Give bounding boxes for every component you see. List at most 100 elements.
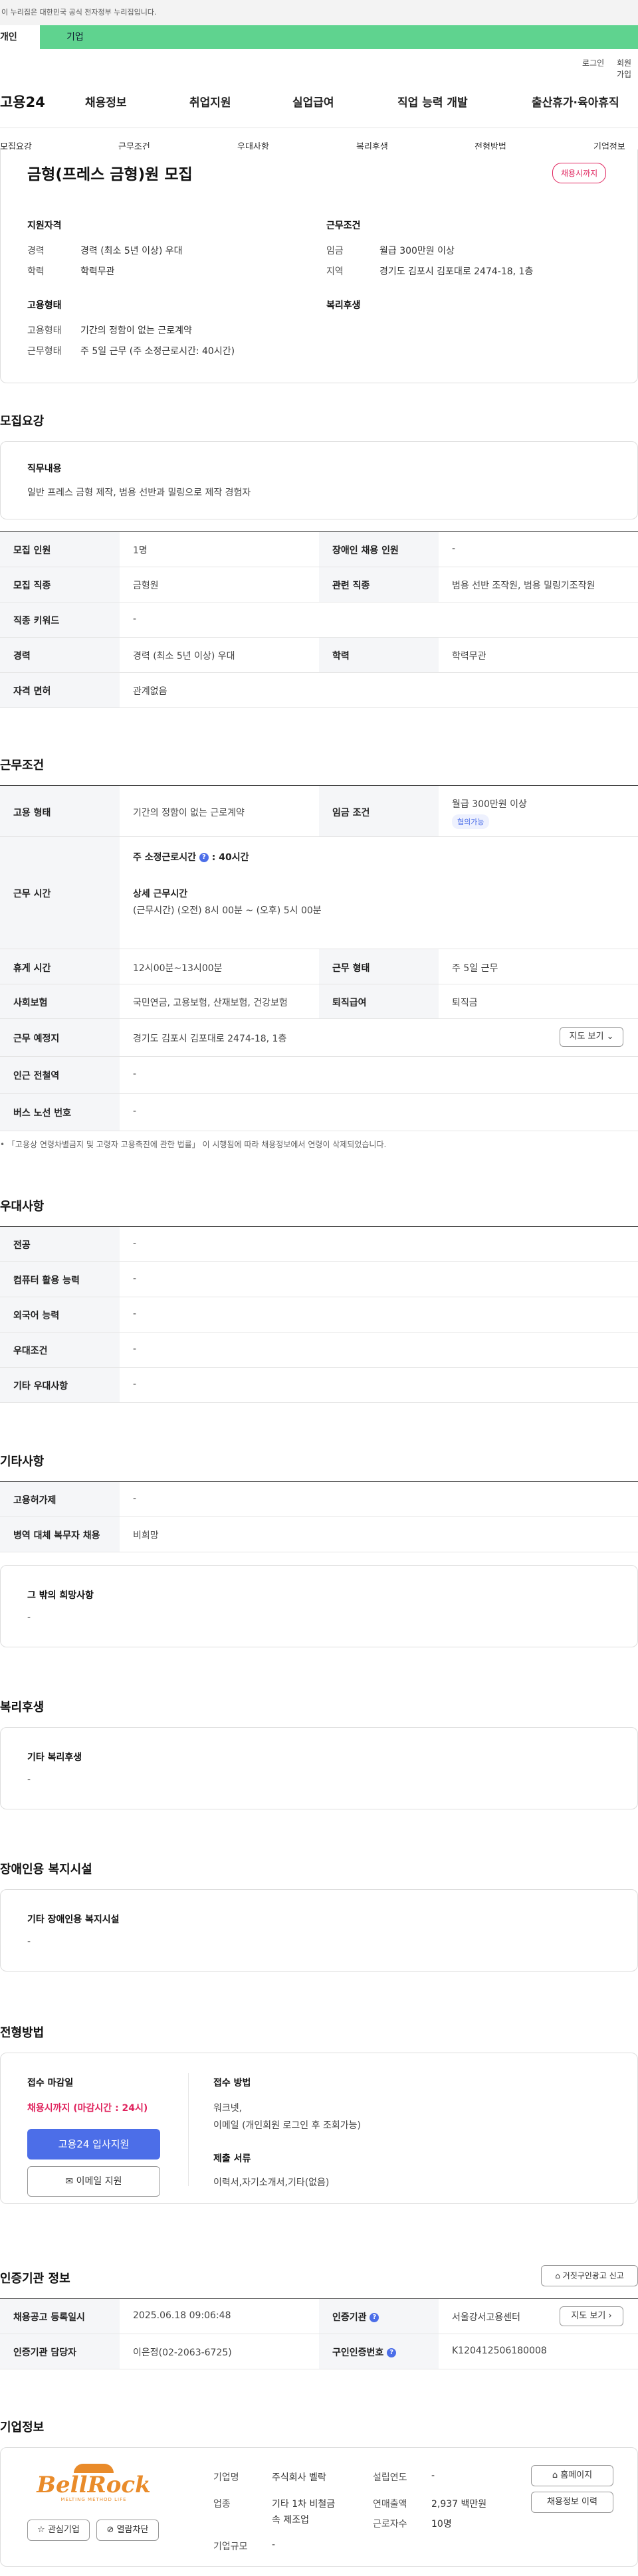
cert-num-label: 구인인증번호 ?: [332, 2346, 397, 2359]
hours-label: 근무 시간: [13, 889, 51, 899]
docs-value: 이력서,자기소개서,기타(없음): [213, 2177, 330, 2188]
nav-vocational-training[interactable]: 직업 능력 개발: [397, 93, 468, 110]
welfare-card: 기타 복리후생 -: [0, 1727, 638, 1809]
star-icon: ☆: [37, 2525, 45, 2535]
company-logo-text: BellRock: [37, 2472, 151, 2498]
edu-row-label: 학력: [332, 651, 350, 662]
company-size-value: -: [272, 2539, 276, 2550]
audience-tabs: 개인 기업: [0, 25, 638, 49]
company-logo: BellRock MELTING METHOD LIFE: [27, 2464, 160, 2508]
age-notice-text: 「고용상 연령차별금지 및 고령자 고용촉진에 관한 법률」 이 시행됨에 따라…: [7, 1140, 387, 1149]
subway-label: 인근 전철역: [13, 1071, 60, 1081]
job-type-label: 모집 직종: [13, 581, 51, 591]
docs-title: 제출 서류: [213, 2154, 251, 2164]
info-icon[interactable]: ?: [370, 2313, 379, 2322]
military-value: 비희망: [133, 1530, 159, 1541]
license-label: 자격 면허: [13, 686, 51, 697]
license-value: 관계없음: [133, 686, 167, 697]
company-size-label: 기업규모: [213, 2541, 248, 2552]
pref-etc-value: -: [133, 1379, 137, 1390]
homepage-label: 홈페이지: [560, 2470, 593, 2480]
bus-label: 버스 노선 번호: [13, 1108, 72, 1119]
info-icon[interactable]: ?: [199, 853, 209, 862]
edu-row-value: 학력무관: [452, 651, 486, 662]
bus-value: -: [133, 1106, 137, 1117]
nav-employment-support[interactable]: 취업지원: [189, 93, 231, 110]
eps-value: -: [133, 1493, 137, 1504]
apply-button[interactable]: 고용24 입사지원: [27, 2129, 160, 2160]
method-title: 접수 방법: [213, 2078, 251, 2088]
cert-num-value: K120412506180008: [452, 2346, 547, 2356]
site-logo[interactable]: 고용24: [0, 92, 45, 112]
place-value: 경기도 김포시 김포대로 2474-18, 1층: [133, 1034, 287, 1044]
edu-value: 학력무관: [80, 266, 115, 277]
edu-label: 학력: [27, 266, 45, 277]
industry-value-1: 기타 1차 비철금: [272, 2499, 336, 2510]
language-label: 외국어 능력: [13, 1311, 60, 1321]
company-section-title: 기업정보: [0, 2421, 45, 2435]
reg-label: 채용공고 등록일시: [13, 2312, 85, 2323]
favorite-label: 관심기업: [47, 2525, 80, 2535]
cert-map-button[interactable]: 지도 보기 ›: [560, 2306, 623, 2326]
selection-section-title: 전형방법: [0, 2026, 45, 2040]
chevron-right-icon: ›: [608, 2311, 612, 2321]
emp-type-value: 기간의 정함이 없는 근로계약: [133, 808, 245, 818]
info-icon[interactable]: ?: [387, 2348, 397, 2357]
nav-maternity-leave[interactable]: 출산휴가·육아휴직: [532, 93, 619, 110]
disabled-card: 기타 장애인용 복지시설 -: [0, 1889, 638, 1972]
age-notice: • 「고용상 연령차별금지 및 고령자 고용촉진에 관한 법률」 이 시행됨에 …: [0, 1140, 387, 1149]
duty-title: 직무내용: [27, 464, 62, 474]
major-label: 전공: [13, 1240, 31, 1251]
manager-label: 인증기관 담당자: [13, 2347, 77, 2358]
duty-text: 일반 프레스 금형 제작, 범용 선반과 밀링으로 제작 경험자: [27, 488, 251, 498]
sales-value: 2,937 백만원: [431, 2499, 487, 2510]
duty-card: 직무내용 일반 프레스 금형 제작, 범용 선반과 밀링으로 제작 경험자: [0, 441, 638, 519]
login-link[interactable]: 로그인: [582, 57, 604, 68]
weekly-hours-label: 주 소정근로시간: [133, 852, 197, 863]
deadline-badge: 채용시까지: [552, 163, 607, 183]
wage-label: 임금: [326, 246, 344, 256]
disabled-section-title: 장애인용 복지시설: [0, 1863, 92, 1877]
favorite-company-button[interactable]: ☆ 관심기업: [27, 2520, 90, 2541]
disabled-headcount-value: -: [452, 543, 456, 554]
other-wish-title: 그 밖의 희망사항: [27, 1590, 94, 1601]
career-row-value: 경력 (최소 5년 이상) 우대: [133, 651, 235, 662]
join-link[interactable]: 회원가입: [617, 57, 638, 80]
tab-personal[interactable]: 개인: [0, 25, 40, 49]
email-apply-button[interactable]: ✉ 이메일 지원: [27, 2166, 160, 2197]
welfare-box-value: -: [27, 1774, 31, 1785]
job-title: 금형(프레스 금형)원 모집: [27, 166, 193, 183]
email-apply-label: 이메일 지원: [76, 2176, 122, 2187]
employees-label: 근로자수: [373, 2519, 407, 2530]
wage-cond-value: 월급 300만원 이상: [452, 799, 527, 810]
tab-company[interactable]: 기업: [66, 25, 84, 49]
cert-section-title: 인증기관 정보: [0, 2272, 70, 2286]
company-card: BellRock MELTING METHOD LIFE ☆ 관심기업 ⊘ 열람…: [0, 2447, 638, 2567]
disabled-headcount-label: 장애인 채용 인원: [332, 545, 399, 556]
method-value-1: 워크넷,: [213, 2103, 243, 2114]
hours-detail: (근무시간) (오전) 8시 00분 ~ (오후) 5시 00분: [133, 905, 322, 916]
nav-jobs[interactable]: 채용정보: [85, 93, 127, 110]
major-value: -: [133, 1238, 137, 1249]
deadline-title: 접수 마감일: [27, 2078, 74, 2088]
company-name-value: 주식회사 벨락: [272, 2472, 326, 2483]
nav-unemployment-benefit[interactable]: 실업급여: [292, 93, 334, 110]
preference-section-title: 우대사항: [0, 1200, 45, 1214]
worktype-cond-label: 근무 형태: [332, 963, 370, 974]
block-view-button[interactable]: ⊘ 열람차단: [96, 2520, 159, 2541]
sales-label: 연매출액: [373, 2499, 407, 2510]
related-job-value: 범용 선반 조작원, 범용 밀링기조작원: [452, 581, 595, 591]
gov-banner-text: 이 누리집은 대한민국 공식 전자정부 누리집입니다.: [1, 8, 157, 17]
negotiable-badge: 협의가능: [452, 814, 490, 829]
worktype-cond-value: 주 5일 근무: [452, 963, 498, 974]
break-label: 휴게 시간: [13, 963, 51, 974]
headcount-value: 1명: [133, 545, 148, 556]
place-label: 근무 예정지: [13, 1034, 60, 1044]
job-summary-card: 금형(프레스 금형)원 모집 채용시까지 지원자격 경력 경력 (최소 5년 이…: [0, 149, 638, 383]
map-button[interactable]: 지도 보기 ⌄: [560, 1027, 623, 1047]
homepage-button[interactable]: ⌂ 홈페이지: [531, 2465, 613, 2486]
history-button[interactable]: 채용정보 이력: [531, 2492, 613, 2513]
career-label: 경력: [27, 246, 45, 256]
report-button[interactable]: ⌂ 거짓구인광고 신고: [541, 2265, 638, 2286]
org-value: 서울강서고용센터: [452, 2312, 521, 2323]
